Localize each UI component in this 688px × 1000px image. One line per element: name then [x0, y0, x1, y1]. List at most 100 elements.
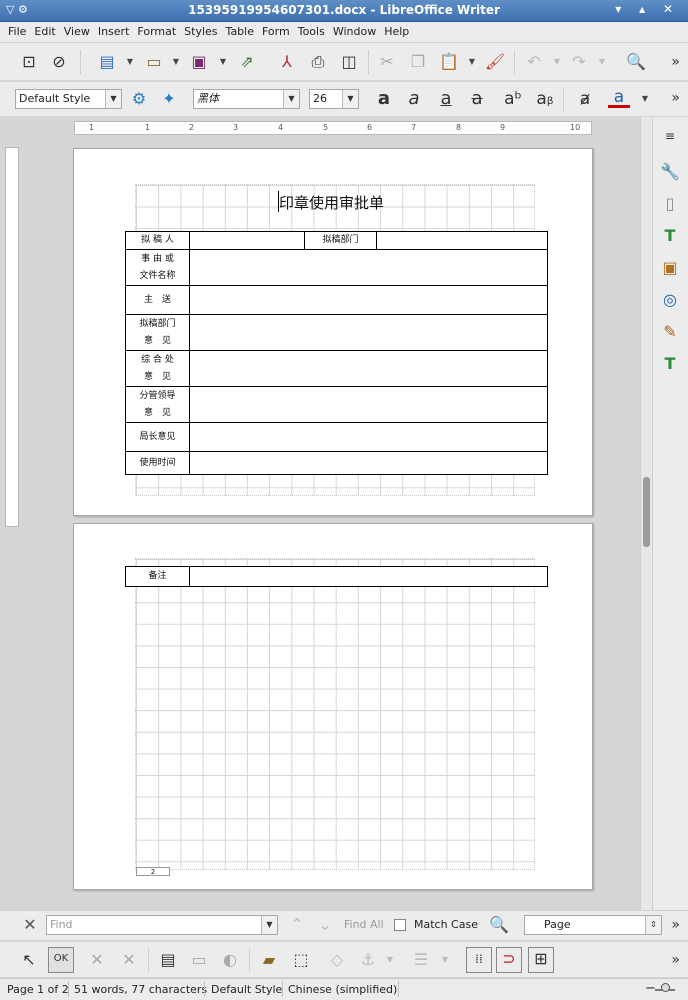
page-icon[interactable]: ▯	[659, 193, 681, 215]
paste-dropdown-icon[interactable]: ▼	[468, 51, 476, 73]
strikethrough-icon[interactable]: a	[466, 88, 488, 110]
table-cell[interactable]	[189, 231, 305, 250]
toolbar-overflow-icon[interactable]: »	[671, 952, 680, 968]
redo-icon[interactable]: ↷	[568, 51, 590, 73]
styles-icon[interactable]: T	[659, 225, 681, 247]
wrench-icon[interactable]: 🔧	[659, 161, 681, 183]
navigator-icon[interactable]: ◎	[659, 289, 681, 311]
window-controls[interactable]: ▾ ▴ ✕	[615, 2, 680, 16]
find-input[interactable]: Find ▼	[46, 915, 278, 935]
toolbar-overflow-icon[interactable]: »	[671, 90, 680, 106]
page-count[interactable]: Page 1 of 2	[7, 983, 69, 996]
undo-icon[interactable]: ↶	[523, 51, 545, 73]
anchor-dropdown-icon[interactable]: ▼	[386, 949, 394, 971]
menu-window[interactable]: Window	[329, 22, 380, 38]
vertical-scrollbar[interactable]	[640, 117, 652, 910]
toggle-form-design-icon[interactable]: ⊡	[18, 51, 40, 73]
control-properties-icon[interactable]: ✕	[118, 949, 140, 971]
menu-format[interactable]: Format	[133, 22, 180, 38]
style-inspector-icon[interactable]: T	[659, 353, 681, 375]
wizards-icon[interactable]: ⬚	[290, 949, 312, 971]
alignment-dropdown-icon[interactable]: ▼	[441, 949, 449, 971]
chevron-down-icon[interactable]: ▼	[105, 90, 121, 108]
table-cell[interactable]	[189, 314, 548, 351]
menu-edit[interactable]: Edit	[30, 22, 59, 38]
table-cell[interactable]: 拟稿部门	[304, 231, 377, 250]
table-cell[interactable]	[189, 249, 548, 286]
menu-tools[interactable]: Tools	[294, 22, 329, 38]
add-field-icon[interactable]: ◐	[219, 949, 241, 971]
save-icon[interactable]: ▣	[188, 51, 210, 73]
save-dropdown-icon[interactable]: ▼	[219, 51, 227, 73]
chevron-down-icon[interactable]: ▼	[342, 90, 358, 108]
italic-icon[interactable]: a	[403, 88, 425, 110]
font-size-select[interactable]: 26 ▼	[309, 89, 359, 109]
page-2[interactable]: 备注 2	[73, 523, 593, 890]
font-color-dropdown-icon[interactable]: ▼	[641, 88, 649, 110]
table-cell[interactable]: 备注	[125, 566, 190, 587]
find-replace-icon[interactable]: 🔍	[488, 914, 510, 936]
snap-to-grid-icon[interactable]: ⊃	[496, 947, 522, 973]
table-cell[interactable]	[189, 386, 548, 423]
print-preview-icon[interactable]: ◫	[338, 51, 360, 73]
design-mode-icon[interactable]: ⊘	[48, 51, 70, 73]
new-dropdown-icon[interactable]: ▼	[126, 51, 134, 73]
display-grid-icon[interactable]: ⁞⁞	[466, 947, 492, 973]
subscript-icon[interactable]: aᵦ	[534, 88, 556, 110]
alignment-icon[interactable]: ☰	[410, 949, 432, 971]
word-count[interactable]: 51 words, 77 characters	[74, 983, 207, 996]
toolbar-overflow-icon[interactable]: »	[671, 917, 680, 933]
table-cell[interactable]: 局长意见	[125, 422, 190, 452]
open-icon[interactable]: ▭	[143, 51, 165, 73]
clear-formatting-icon[interactable]: a̷	[574, 88, 596, 110]
select-icon[interactable]: ↖	[18, 949, 40, 971]
match-case-checkbox[interactable]	[394, 919, 406, 931]
scroll-thumb[interactable]	[643, 477, 650, 547]
language[interactable]: Chinese (simplified)	[288, 983, 397, 996]
paragraph-style-select[interactable]: Default Style ▼	[15, 89, 122, 109]
bold-icon[interactable]: a	[373, 88, 395, 110]
new-document-icon[interactable]: ▤	[96, 51, 118, 73]
approval-form-table[interactable]: 拟 稿 人 拟稿部门 事 由 或文件名称 主 送 拟稿部门意 见 综 合 处意 …	[125, 231, 548, 475]
page-style[interactable]: Default Style	[211, 983, 282, 996]
gallery-icon[interactable]: ▣	[659, 257, 681, 279]
table-cell[interactable]: 拟稿部门意 见	[125, 314, 190, 351]
superscript-icon[interactable]: aᵇ	[502, 88, 524, 110]
find-next-icon[interactable]: ⌄	[314, 914, 336, 936]
print-icon[interactable]: ⎙	[307, 51, 329, 73]
open-in-design-icon[interactable]: ▰	[258, 949, 280, 971]
menu-styles[interactable]: Styles	[180, 22, 221, 38]
menu-insert[interactable]: Insert	[94, 22, 134, 38]
activation-order-icon[interactable]: ▭	[188, 949, 210, 971]
document-area[interactable]: 1 1 2 3 4 5 6 7 8 9 10 印章使用审批单 拟 稿 人 拟稿部…	[0, 117, 652, 910]
menu-help[interactable]: Help	[380, 22, 413, 38]
vertical-ruler[interactable]	[5, 147, 19, 527]
undo-dropdown-icon[interactable]: ▼	[553, 51, 561, 73]
align-icon[interactable]: ◇	[326, 949, 348, 971]
table-cell[interactable]	[189, 285, 548, 315]
table-cell[interactable]: 拟 稿 人	[125, 231, 190, 250]
table-cell[interactable]: 使用时间	[125, 451, 190, 475]
table-cell[interactable]	[189, 350, 548, 387]
zoom-slider-handle[interactable]	[661, 983, 670, 992]
export-icon[interactable]: ⇗	[236, 51, 258, 73]
find-replace-icon[interactable]: 🔍	[625, 51, 647, 73]
table-cell[interactable]: 事 由 或文件名称	[125, 249, 190, 286]
new-style-icon[interactable]: ✦	[158, 88, 180, 110]
table-cell[interactable]: 综 合 处意 见	[125, 350, 190, 387]
menu-view[interactable]: View	[60, 22, 94, 38]
close-icon[interactable]: ✕	[19, 914, 41, 936]
menu-file[interactable]: File	[0, 22, 30, 38]
horizontal-ruler[interactable]: 1 1 2 3 4 5 6 7 8 9 10	[74, 121, 592, 135]
sidebar-menu-icon[interactable]: ≡	[659, 125, 681, 147]
find-previous-icon[interactable]: ⌃	[286, 914, 308, 936]
export-pdf-icon[interactable]: ⅄	[276, 51, 298, 73]
toolbar-overflow-icon[interactable]: »	[671, 54, 680, 70]
search-in-select[interactable]: Page ⇕	[524, 915, 662, 935]
underline-icon[interactable]: a	[435, 88, 457, 110]
manage-changes-icon[interactable]: ✎	[659, 321, 681, 343]
table-cell[interactable]: 主 送	[125, 285, 190, 315]
open-dropdown-icon[interactable]: ▼	[172, 51, 180, 73]
table-cell[interactable]	[189, 451, 548, 475]
menu-form[interactable]: Form	[258, 22, 294, 38]
